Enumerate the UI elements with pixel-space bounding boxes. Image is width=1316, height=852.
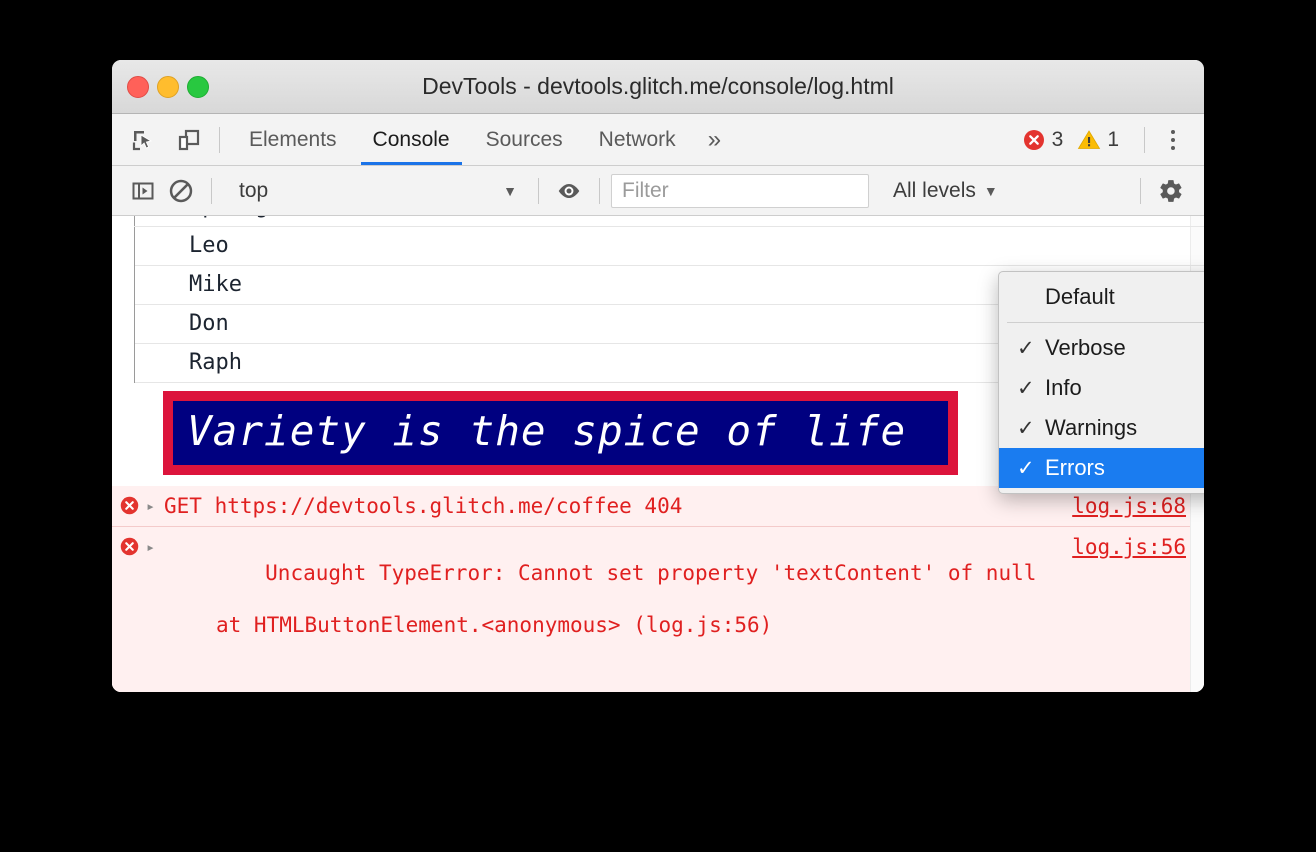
- chevron-down-icon: ▼: [983, 182, 998, 199]
- menu-item-errors[interactable]: ✓ Errors: [999, 448, 1204, 488]
- console-toolbar: top ▼ All levels ▼: [112, 166, 1204, 216]
- tabbar-right-group: 3 1: [1022, 123, 1204, 157]
- expand-arrow-icon[interactable]: ▸: [146, 493, 164, 519]
- tab-network[interactable]: Network: [581, 114, 694, 165]
- expand-arrow-icon[interactable]: ▸: [146, 534, 164, 560]
- list-item: Leo: [134, 227, 1204, 266]
- menu-item-warnings[interactable]: ✓ Warnings: [999, 408, 1204, 448]
- warning-icon: [1078, 129, 1101, 149]
- menu-item-label: Default: [1045, 284, 1115, 309]
- device-toolbar-icon[interactable]: [170, 123, 208, 157]
- warning-count-label: 1: [1107, 127, 1119, 151]
- log-level-dropdown-menu: Default ✓ Verbose ✓ Info ✓ Warnings ✓ Er…: [998, 271, 1204, 494]
- console-log-message-wrap: Uncaught TypeError: Cannot set property …: [164, 534, 1072, 690]
- error-count-label: 3: [1051, 127, 1064, 151]
- window-title: DevTools - devtools.glitch.me/console/lo…: [422, 73, 894, 99]
- chevron-down-icon: ▼: [503, 182, 517, 199]
- tabbar-divider: [219, 126, 220, 153]
- clear-console-icon[interactable]: [162, 174, 200, 208]
- check-icon: ✓: [1017, 336, 1035, 360]
- filter-input[interactable]: [611, 173, 869, 208]
- error-icon: [1023, 129, 1044, 150]
- window-titlebar: DevTools - devtools.glitch.me/console/lo…: [112, 60, 1204, 114]
- console-toolbar-right: [1129, 174, 1204, 208]
- console-toolbar-divider-4: [1140, 177, 1141, 204]
- menu-item-label: Warnings: [1045, 415, 1138, 440]
- execution-context-label: top: [239, 178, 269, 202]
- clipped-log-text: spring: [189, 216, 268, 219]
- console-log-message: Uncaught TypeError: Cannot set property …: [265, 561, 1037, 585]
- more-tabs-button[interactable]: »: [694, 114, 735, 165]
- live-expression-eye-icon[interactable]: [550, 174, 588, 208]
- console-toolbar-divider-1: [211, 177, 212, 204]
- menu-separator: [1007, 322, 1204, 323]
- menu-item-default[interactable]: Default: [999, 277, 1204, 317]
- devtools-main-menu-icon[interactable]: [1156, 123, 1190, 157]
- gear-icon[interactable]: [1152, 174, 1190, 208]
- console-sidebar-toggle-icon[interactable]: [124, 174, 162, 208]
- tabbar-right-divider: [1144, 126, 1145, 153]
- tabbar-left-icons: [112, 123, 208, 157]
- console-toolbar-divider-3: [599, 177, 600, 204]
- menu-item-label: Info: [1045, 375, 1082, 400]
- log-level-label: All levels: [893, 178, 976, 202]
- warning-count-badge[interactable]: 1: [1077, 128, 1119, 152]
- menu-item-verbose[interactable]: ✓ Verbose: [999, 328, 1204, 368]
- menu-item-info[interactable]: ✓ Info: [999, 368, 1204, 408]
- console-log-row-error[interactable]: ▸ Uncaught TypeError: Cannot set propert…: [112, 527, 1204, 692]
- console-log-message: GET https://devtools.glitch.me/coffee 40…: [164, 494, 683, 518]
- console-log-stack-line[interactable]: at HTMLButtonElement.<anonymous> (log.js…: [164, 612, 1062, 638]
- styled-log-banner-text: Variety is the spice of life: [187, 407, 907, 455]
- inspect-element-icon[interactable]: [124, 123, 162, 157]
- check-icon: ✓: [1017, 456, 1035, 480]
- error-count-badge[interactable]: 3: [1022, 127, 1064, 152]
- check-icon: ✓: [1017, 376, 1035, 400]
- error-icon: [112, 534, 146, 557]
- execution-context-selector[interactable]: top ▼: [229, 174, 527, 208]
- menu-item-label: Errors: [1045, 455, 1105, 480]
- panel-tabs: Elements Console Sources Network »: [231, 114, 735, 165]
- devtools-window: DevTools - devtools.glitch.me/console/lo…: [112, 60, 1204, 692]
- console-toolbar-divider-2: [538, 177, 539, 204]
- devtools-tabbar: Elements Console Sources Network » 3 1: [112, 114, 1204, 166]
- menu-item-label: Verbose: [1045, 335, 1126, 360]
- group-indent-bar: [134, 216, 135, 383]
- log-level-selector[interactable]: All levels ▼: [885, 174, 1006, 208]
- tab-sources[interactable]: Sources: [468, 114, 581, 165]
- styled-log-banner: Variety is the spice of life: [163, 391, 958, 475]
- clipped-log-row: spring: [134, 216, 1204, 227]
- check-icon: ✓: [1017, 416, 1035, 440]
- error-icon: [112, 493, 146, 516]
- console-log-source-link[interactable]: log.js:68: [1072, 493, 1204, 519]
- console-log-source-link[interactable]: log.js:56: [1072, 534, 1204, 560]
- tab-elements[interactable]: Elements: [231, 114, 355, 165]
- tab-console[interactable]: Console: [355, 114, 468, 165]
